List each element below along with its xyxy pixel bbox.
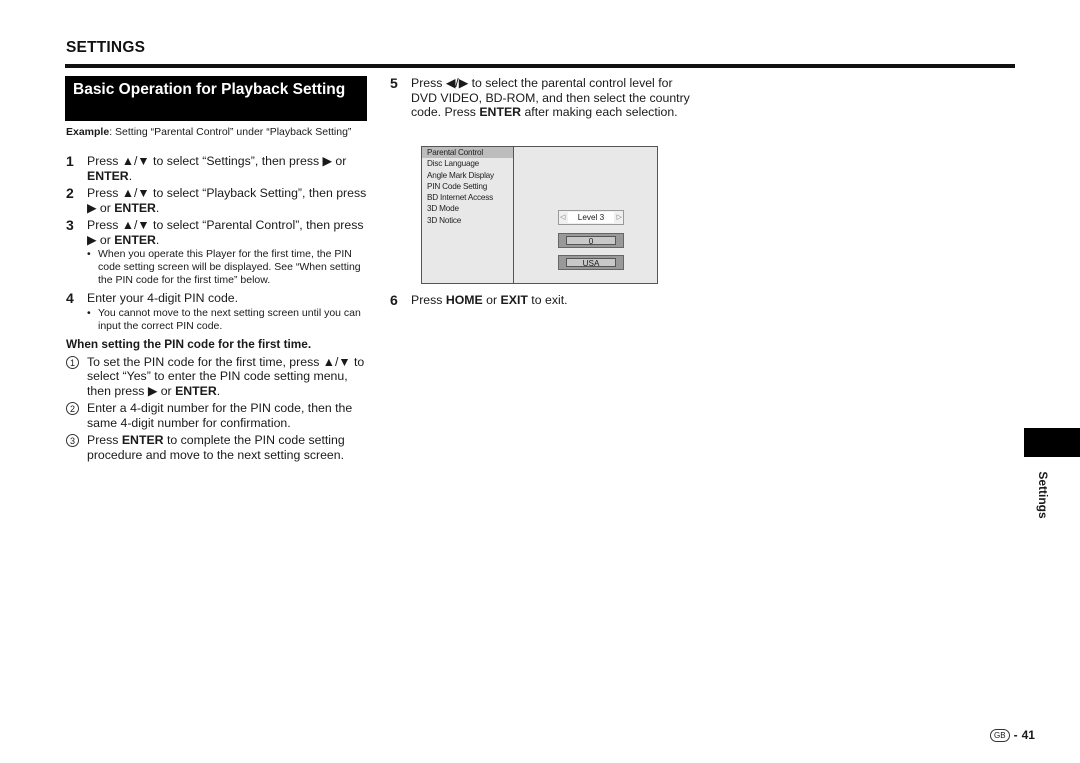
menu-item-parental-control[interactable]: Parental Control <box>422 147 513 159</box>
right-arrow-icon[interactable]: ▷ <box>617 211 622 224</box>
step-5: 5 Press ◀/▶ to select the parental contr… <box>390 75 690 119</box>
example-note: Example: Setting “Parental Control” unde… <box>66 126 366 139</box>
step-4-note: • You cannot move to the next setting sc… <box>87 306 361 332</box>
settings-menu: Parental Control Disc Language Angle Mar… <box>422 147 514 283</box>
chapter-tab-label: Settings <box>1036 471 1050 519</box>
step-4: 4 Enter your 4-digit PIN code. <box>66 290 239 306</box>
country-value: USA <box>566 258 616 268</box>
menu-item-3d-notice[interactable]: 3D Notice <box>422 215 513 226</box>
page-heading: Basic Operation for Playback Setting <box>65 76 367 121</box>
pin-step-2: 2 Enter a 4-digit number for the PIN cod… <box>66 401 371 430</box>
page-number: 41 <box>1021 728 1035 742</box>
menu-item-3d-mode[interactable]: 3D Mode <box>422 203 513 214</box>
page-footer: GB - 41 <box>990 728 1035 742</box>
pin-value: 0 <box>566 236 616 246</box>
menu-item-bd-internet-access[interactable]: BD Internet Access <box>422 192 513 203</box>
pin-step-3: 3 Press ENTER to complete the PIN code s… <box>66 433 371 462</box>
example-text: : Setting “Parental Control” under “Play… <box>109 126 352 138</box>
level-value: Level 3 <box>568 212 614 223</box>
parental-control-screen: Parental Control Disc Language Angle Mar… <box>421 146 658 284</box>
right-column-lower: 6 Press HOME or EXIT to exit. <box>390 293 690 311</box>
pin-step-1: 1 To set the PIN code for the first time… <box>66 355 371 399</box>
left-arrow-icon[interactable]: ◁ <box>560 211 565 224</box>
footer-separator: - <box>1013 728 1018 742</box>
region-badge: GB <box>990 728 1010 742</box>
left-column: 1 Press ▲/▼ to select “Settings”, then p… <box>66 154 371 465</box>
menu-item-angle-mark-display[interactable]: Angle Mark Display <box>422 170 513 181</box>
step-3: 3 Press ▲/▼ to select “Parental Control”… <box>66 217 364 247</box>
level-selector[interactable]: ◁ Level 3 ▷ <box>558 210 624 225</box>
country-code-field[interactable]: USA <box>558 255 624 270</box>
step-6: 6 Press HOME or EXIT to exit. <box>390 292 568 308</box>
step-1: 1 Press ▲/▼ to select “Settings”, then p… <box>66 153 347 183</box>
menu-item-pin-code-setting[interactable]: PIN Code Setting <box>422 181 513 192</box>
chapter-tab <box>1024 428 1080 457</box>
step-3-note: • When you operate this Player for the f… <box>87 248 361 286</box>
menu-item-disc-language[interactable]: Disc Language <box>422 158 513 169</box>
step-2: 2 Press ▲/▼ to select “Playback Setting”… <box>66 185 367 215</box>
pin-section-heading: When setting the PIN code for the first … <box>66 336 312 351</box>
pin-field[interactable]: 0 <box>558 233 624 248</box>
right-column: 5 Press ◀/▶ to select the parental contr… <box>390 76 690 123</box>
example-label: Example <box>66 126 110 138</box>
top-rule-divider <box>65 64 1015 68</box>
section-title: SETTINGS <box>66 39 146 56</box>
